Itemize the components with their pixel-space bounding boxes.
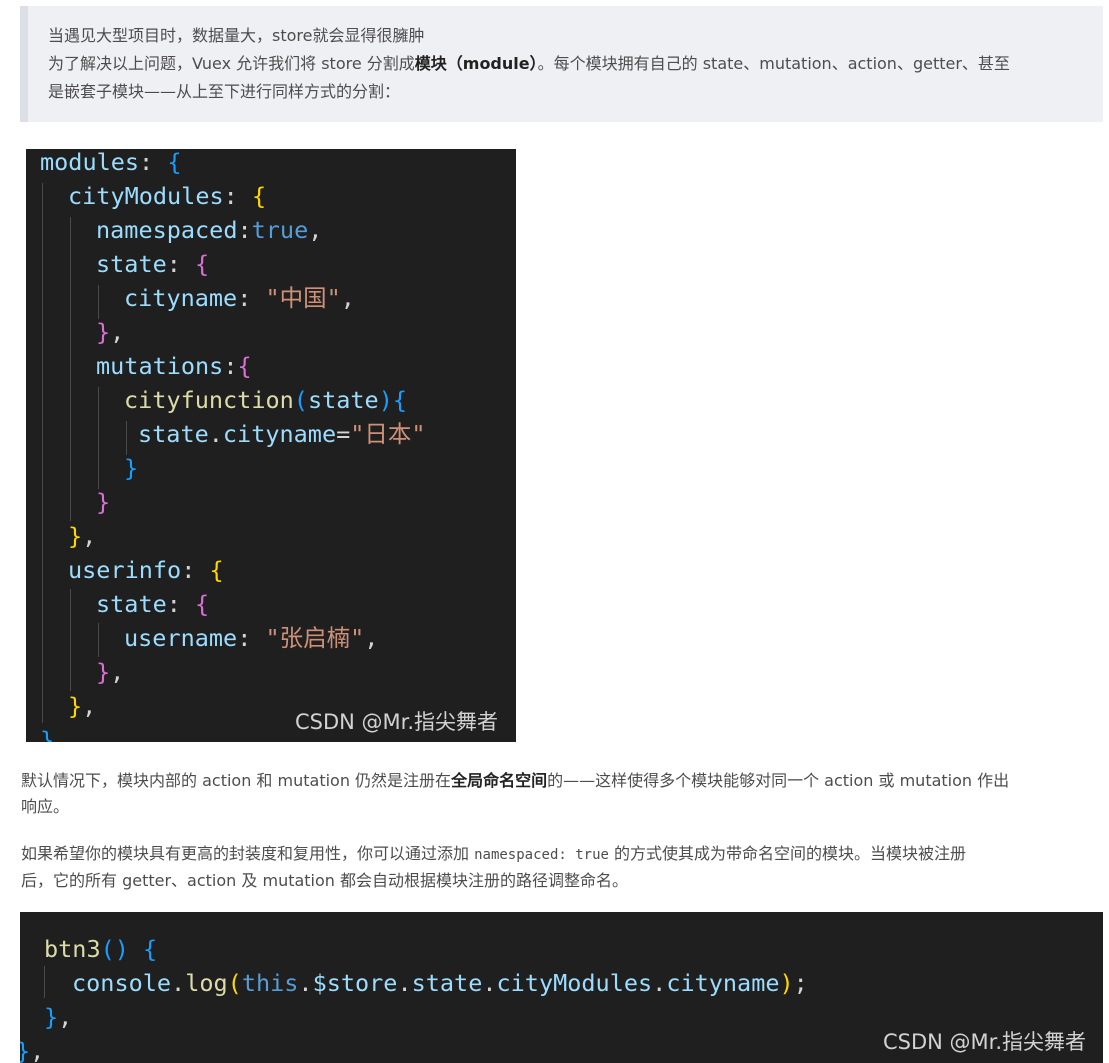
watermark: CSDN @Mr.指尖舞者 [295,710,499,734]
indent-guide [44,966,45,998]
blockquote: 当遇见大型项目时，数据量大，store就会显得很臃肿 为了解决以上问题，Vuex… [20,6,1103,122]
indent-guide [98,285,99,319]
code-line: }, [96,318,125,346]
code-line: }, [68,522,97,550]
quote-line-1: 当遇见大型项目时，数据量大，store就会显得很臃肿 [48,26,425,45]
code-image-btn3: btn3() { console.log(this.$store.state.c… [20,912,1103,1063]
code-line: cityModules: { [68,182,267,210]
code-line: cityname: "中国", [124,284,355,312]
code-line: mutations:{ [96,352,252,380]
code-line: }, [68,692,97,720]
code-line: } [96,488,111,516]
bold-term: 全局命名空间 [451,771,548,790]
code-line: }, [20,1037,45,1063]
code-image-modules: modules: { cityModules: { namespaced:tru… [26,149,516,742]
code-line: username: "张启楠", [124,624,379,652]
quote-bold-term: 模块（module） [414,54,538,73]
indent-guide [70,589,71,691]
code-line: state: { [96,250,210,278]
indent-guide [98,623,99,657]
code-line: }, [40,726,69,742]
watermark: CSDN @Mr.指尖舞者 [883,1030,1087,1054]
indent-guide [98,387,99,489]
code-line: }, [44,1003,73,1031]
code-line: modules: { [40,149,182,176]
quote-line-3: 是嵌套子模块——从上至下进行同样方式的分割： [48,82,401,101]
inline-code: namespaced: true [474,847,609,863]
code-line: state.cityname="日本" [138,420,426,448]
code-line: } [124,454,139,482]
paragraph-default-namespace: 默认情况下，模块内部的 action 和 mutation 仍然是注册在全局命名… [21,771,1010,816]
code-line: state: { [96,590,210,618]
quote-line-2: 为了解决以上问题，Vuex 允许我们将 store 分割成模块（module）。… [48,54,1010,73]
code-line: console.log(this.$store.state.cityModule… [72,969,808,997]
code-line: }, [96,658,125,686]
code-line: userinfo: { [68,556,224,584]
code-line: btn3() { [44,935,158,963]
paragraph-namespaced: 如果希望你的模块具有更高的封装度和复用性，你可以通过添加 namespaced:… [21,844,967,890]
code-line: namespaced:true, [96,216,323,244]
code-line: cityfunction(state){ [124,386,407,414]
indent-guide [42,183,43,723]
indent-guide [126,421,127,455]
indent-guide [70,217,71,521]
